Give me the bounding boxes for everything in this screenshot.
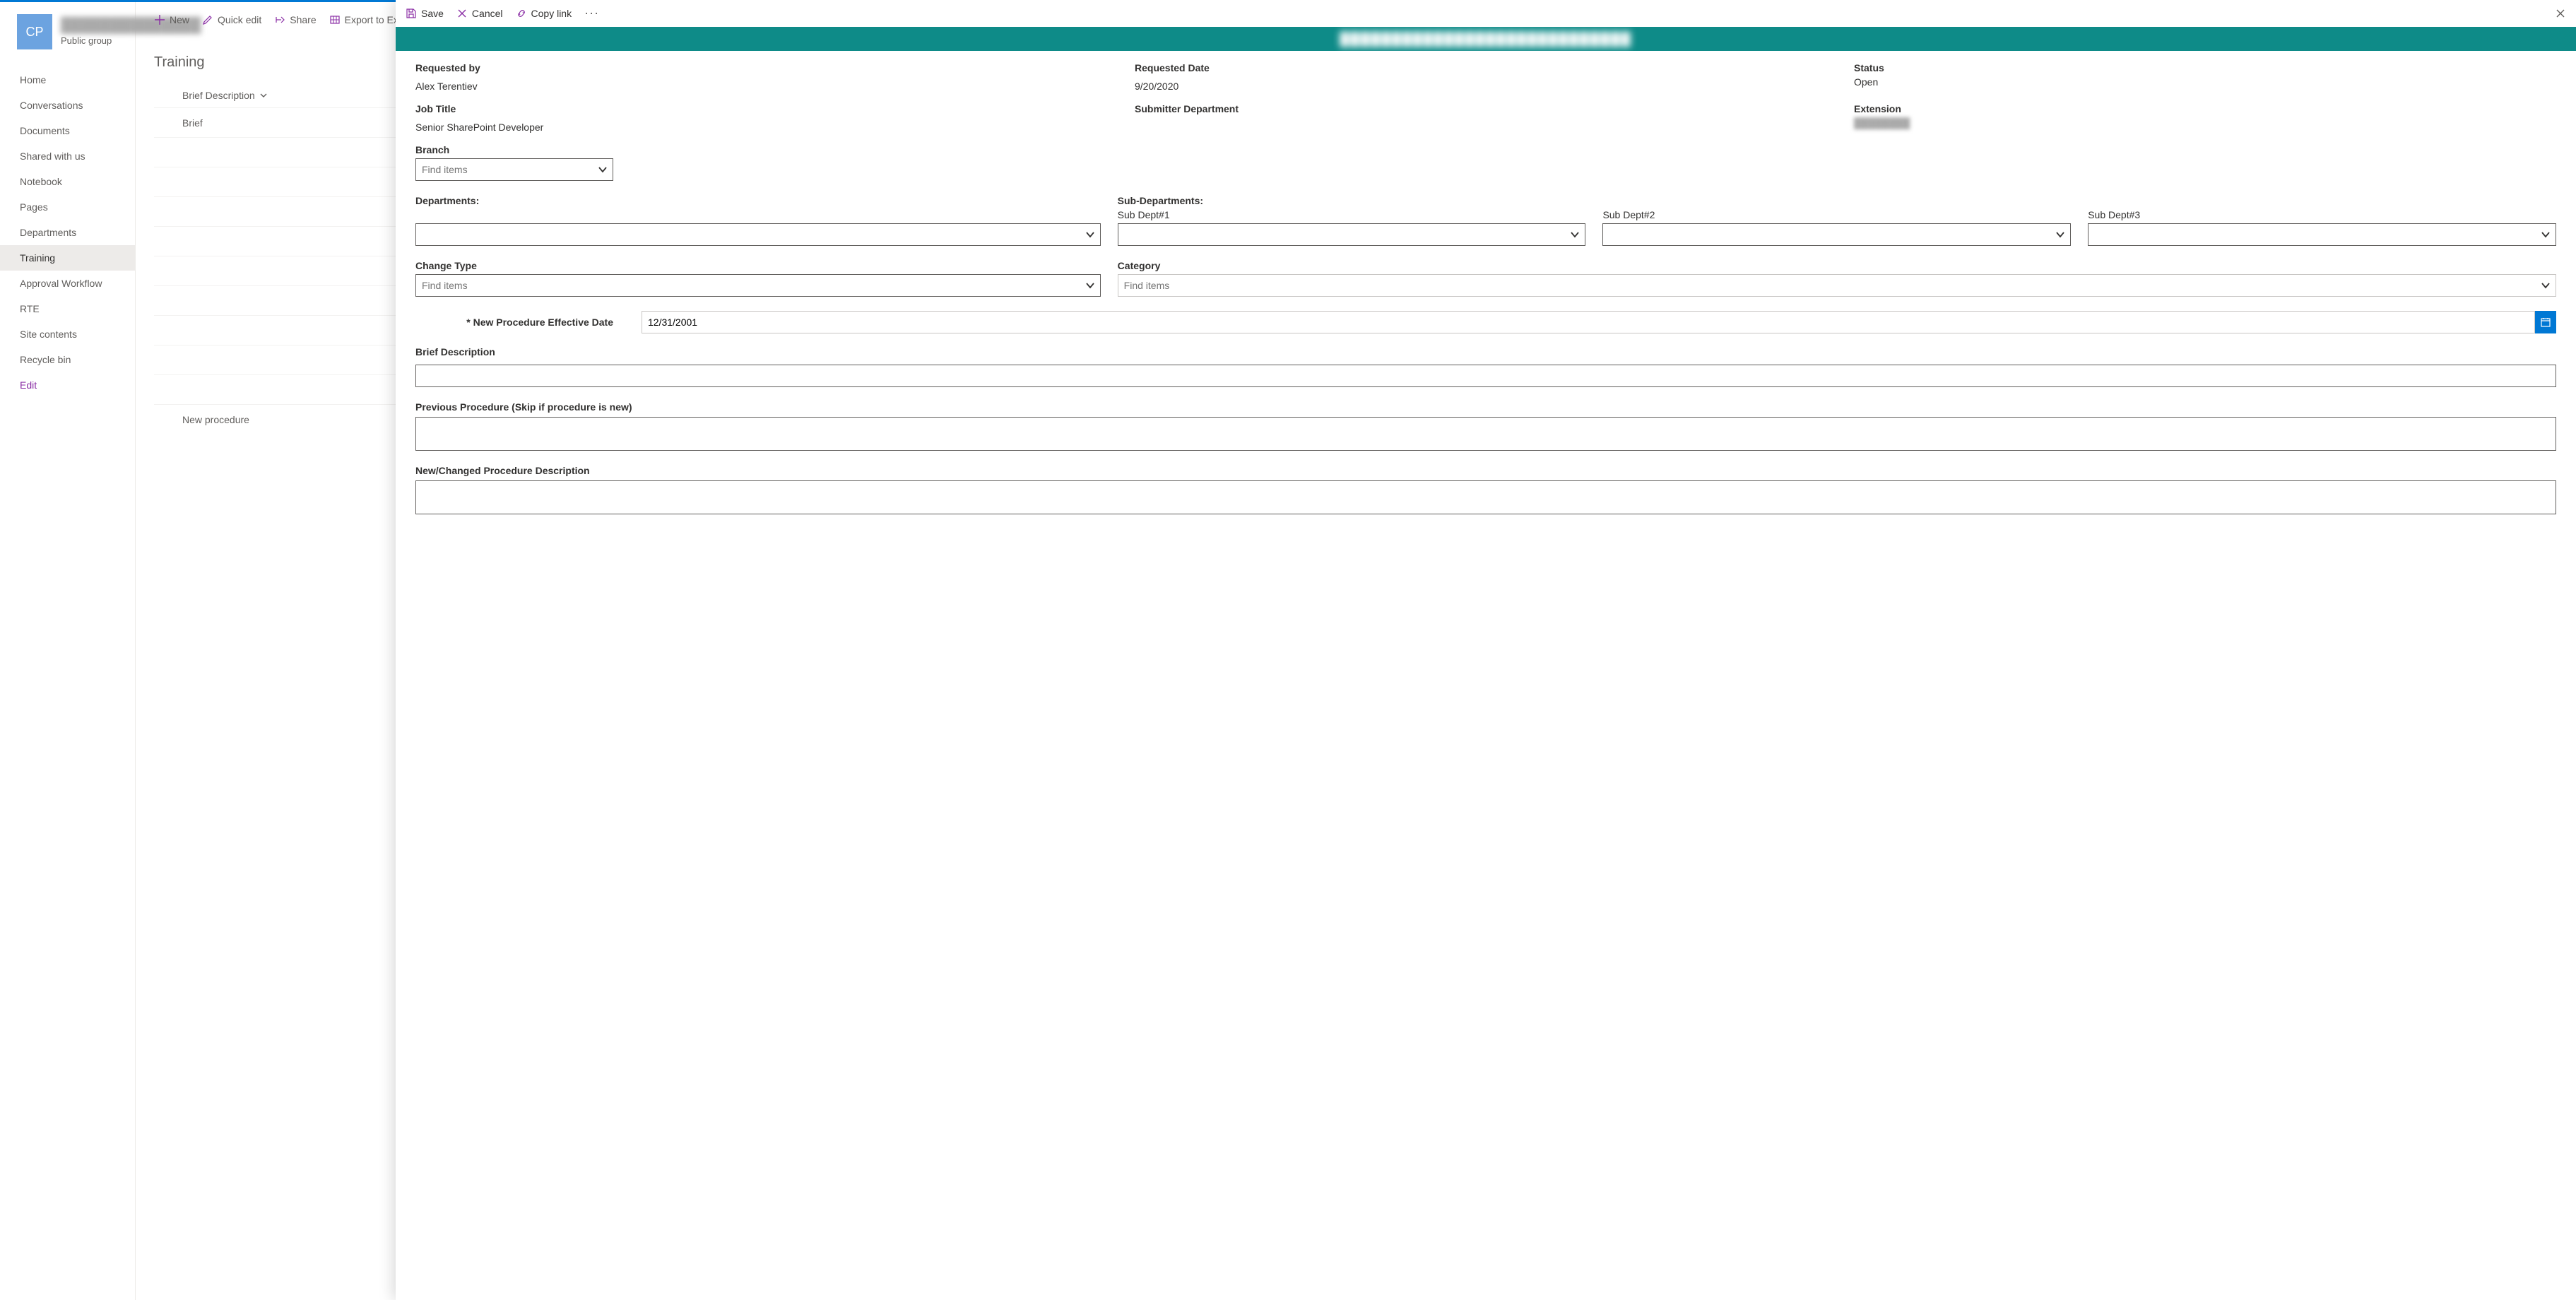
panel-copy-link-label: Copy link — [531, 8, 572, 19]
chevron-down-icon — [1085, 229, 1096, 240]
cell-brief: Brief — [182, 117, 338, 129]
new-procedure-label: New/Changed Procedure Description — [415, 465, 2556, 476]
sub-dept-1-combobox[interactable] — [1118, 223, 1586, 246]
previous-procedure-label: Previous Procedure (Skip if procedure is… — [415, 401, 2556, 413]
nav-item-home[interactable]: Home — [0, 67, 135, 93]
pencil-icon — [202, 14, 213, 25]
panel-cancel-label: Cancel — [472, 8, 503, 19]
sub-dept-2-label: Sub Dept#2 — [1602, 209, 2071, 220]
category-label: Category — [1118, 260, 2556, 271]
submitter-dept-label: Submitter Department — [1135, 103, 1837, 114]
panel-command-bar: Save Cancel Copy link ··· — [396, 0, 2576, 27]
sub-dept-2-input[interactable] — [1609, 229, 2064, 240]
requested-by-value: Alex Terentiev — [415, 81, 1118, 92]
sub-dept-1-input[interactable] — [1124, 229, 1580, 240]
brief-description-label: Brief Description — [415, 346, 2556, 358]
nav-item-recycle-bin[interactable]: Recycle bin — [0, 347, 135, 372]
nav-item-departments[interactable]: Departments — [0, 220, 135, 245]
excel-icon — [329, 14, 341, 25]
nav-item-site-contents[interactable]: Site contents — [0, 321, 135, 347]
edit-panel: Save Cancel Copy link ··· ██████████████… — [396, 0, 2576, 1300]
cmd-share[interactable]: Share — [274, 14, 316, 25]
change-type-input[interactable] — [422, 280, 1094, 291]
panel-copy-link-button[interactable]: Copy link — [516, 8, 572, 19]
branch-input[interactable] — [422, 164, 607, 175]
nav-item-shared-with-us[interactable]: Shared with us — [0, 143, 135, 169]
effective-date-label: * New Procedure Effective Date — [415, 317, 613, 328]
nav-item-documents[interactable]: Documents — [0, 118, 135, 143]
chevron-down-icon — [597, 164, 608, 175]
nav-list: HomeConversationsDocumentsShared with us… — [0, 63, 135, 398]
panel-more-button[interactable]: ··· — [584, 6, 599, 20]
site-logo: CP — [17, 14, 52, 49]
brief-description-input[interactable] — [415, 365, 2556, 387]
chevron-down-icon — [2540, 280, 2551, 291]
cmd-quick-edit[interactable]: Quick edit — [202, 14, 261, 25]
job-title-value: Senior SharePoint Developer — [415, 122, 1118, 133]
requested-date-label: Requested Date — [1135, 62, 1837, 73]
cmd-new-label: New — [170, 14, 189, 25]
nav-edit-link[interactable]: Edit — [0, 372, 135, 398]
panel-hero: ████████████████████████████ — [396, 27, 2576, 51]
branch-label: Branch — [415, 144, 613, 155]
cmd-share-label: Share — [290, 14, 316, 25]
chevron-down-icon — [1569, 229, 1581, 240]
status-label: Status — [1854, 62, 2556, 73]
plus-icon — [154, 14, 165, 25]
departments-input[interactable] — [422, 229, 1094, 240]
requested-by-label: Requested by — [415, 62, 1118, 73]
sub-dept-3-input[interactable] — [2094, 229, 2550, 240]
branch-combobox[interactable] — [415, 158, 613, 181]
departments-label: Departments: — [415, 195, 1101, 206]
link-icon — [516, 8, 527, 19]
panel-cancel-button[interactable]: Cancel — [456, 8, 503, 19]
requested-date-value: 9/20/2020 — [1135, 81, 1837, 92]
sub-dept-3-label: Sub Dept#3 — [2088, 209, 2556, 220]
extension-label: Extension — [1854, 103, 2556, 114]
category-input[interactable] — [1124, 280, 2550, 291]
date-picker-button[interactable] — [2535, 311, 2556, 333]
cmd-new[interactable]: New — [154, 14, 189, 25]
panel-save-button[interactable]: Save — [406, 8, 444, 19]
calendar-icon — [2540, 317, 2551, 328]
nav-item-conversations[interactable]: Conversations — [0, 93, 135, 118]
panel-hero-title: ████████████████████████████ — [1340, 32, 1631, 47]
left-nav: CP ██████████████ Public group HomeConve… — [0, 2, 136, 1300]
nav-item-training[interactable]: Training — [0, 245, 135, 271]
cell-brief: New procedure — [182, 414, 338, 425]
extension-value: ████████ — [1854, 117, 2556, 129]
previous-procedure-input[interactable] — [415, 417, 2556, 451]
chevron-down-icon — [2055, 229, 2066, 240]
chevron-down-icon — [2540, 229, 2551, 240]
close-icon — [456, 8, 468, 19]
change-type-label: Change Type — [415, 260, 1101, 271]
panel-save-label: Save — [421, 8, 444, 19]
cmd-quick-edit-label: Quick edit — [218, 14, 261, 25]
more-icon: ··· — [584, 6, 599, 20]
nav-item-pages[interactable]: Pages — [0, 194, 135, 220]
panel-body: Requested by Alex Terentiev Requested Da… — [396, 51, 2576, 1300]
sub-departments-label: Sub-Departments: — [1118, 195, 2556, 206]
category-combobox[interactable] — [1118, 274, 2556, 297]
job-title-label: Job Title — [415, 103, 1118, 114]
sub-dept-3-combobox[interactable] — [2088, 223, 2556, 246]
new-procedure-input[interactable] — [415, 480, 2556, 514]
column-header-brief[interactable]: Brief Description — [182, 90, 268, 101]
nav-item-notebook[interactable]: Notebook — [0, 169, 135, 194]
chevron-down-icon — [1085, 280, 1096, 291]
panel-close-button[interactable] — [2555, 8, 2566, 19]
save-icon — [406, 8, 417, 19]
nav-item-approval-workflow[interactable]: Approval Workflow — [0, 271, 135, 296]
sub-dept-2-combobox[interactable] — [1602, 223, 2071, 246]
change-type-combobox[interactable] — [415, 274, 1101, 297]
departments-combobox[interactable] — [415, 223, 1101, 246]
nav-item-rte[interactable]: RTE — [0, 296, 135, 321]
effective-date-input[interactable] — [642, 311, 2535, 333]
chevron-down-icon — [259, 91, 268, 100]
share-icon — [274, 14, 285, 25]
column-header-brief-label: Brief Description — [182, 90, 255, 101]
status-value: Open — [1854, 76, 2556, 88]
sub-dept-1-label: Sub Dept#1 — [1118, 209, 1586, 220]
